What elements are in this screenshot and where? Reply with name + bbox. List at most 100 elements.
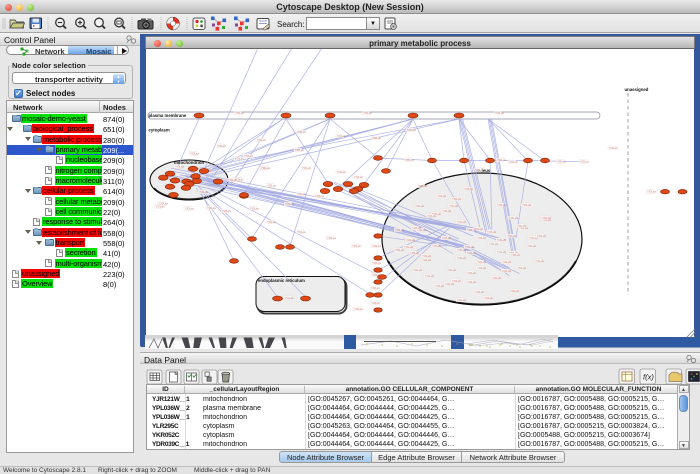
svg-text:YOLxx: YOLxx xyxy=(477,236,487,240)
svg-text:YOLxx: YOLxx xyxy=(372,136,382,140)
svg-text:YOLxx: YOLxx xyxy=(517,266,527,270)
svg-text:YOLxx: YOLxx xyxy=(297,130,307,134)
svg-text:YOLxx: YOLxx xyxy=(477,266,487,270)
svg-text:YOLxx: YOLxx xyxy=(467,271,477,275)
svg-text:YOLxx: YOLxx xyxy=(175,165,185,169)
svg-text:YOLxx: YOLxx xyxy=(497,250,507,254)
svg-text:YOLxx: YOLxx xyxy=(487,230,497,234)
svg-text:YOLxx: YOLxx xyxy=(495,111,505,115)
svg-text:YOLxx: YOLxx xyxy=(405,158,415,162)
svg-text:YOLxx: YOLxx xyxy=(372,261,382,265)
svg-text:YOLxx: YOLxx xyxy=(449,204,459,208)
svg-text:YOLxx: YOLxx xyxy=(372,244,382,248)
svg-text:YOLxx: YOLxx xyxy=(497,158,507,162)
svg-text:YOLxx: YOLxx xyxy=(422,258,432,262)
svg-text:YOLxx: YOLxx xyxy=(425,274,435,278)
svg-text:YOLxx: YOLxx xyxy=(452,197,462,201)
svg-text:YOLxx: YOLxx xyxy=(580,160,590,164)
svg-text:YOLxx: YOLxx xyxy=(447,268,457,272)
svg-text:YOLxx: YOLxx xyxy=(497,238,507,242)
svg-text:YOLxx: YOLxx xyxy=(477,260,487,264)
svg-text:YOLxx: YOLxx xyxy=(407,128,417,132)
svg-text:YOLxx: YOLxx xyxy=(217,144,227,148)
svg-text:YOLxx: YOLxx xyxy=(507,234,517,238)
svg-text:endoplasmic reticulum: endoplasmic reticulum xyxy=(258,278,305,283)
svg-text:YOLxx: YOLxx xyxy=(267,220,277,224)
svg-text:YOLxx: YOLxx xyxy=(261,166,271,170)
svg-text:YOLxx: YOLxx xyxy=(371,286,381,290)
svg-text:YOLxx: YOLxx xyxy=(267,183,277,187)
svg-text:YOLxx: YOLxx xyxy=(337,170,347,174)
svg-text:YOLxx: YOLxx xyxy=(337,134,347,138)
svg-text:YOLxx: YOLxx xyxy=(489,242,499,246)
svg-text:YOLxx: YOLxx xyxy=(442,236,452,240)
svg-text:YOLxx: YOLxx xyxy=(156,205,166,209)
svg-text:YOLxx: YOLxx xyxy=(527,244,537,248)
svg-text:YOLxx: YOLxx xyxy=(464,187,474,191)
svg-text:YOLxx: YOLxx xyxy=(557,160,567,164)
svg-text:YOLxx: YOLxx xyxy=(297,192,307,196)
svg-text:YOLxx: YOLxx xyxy=(522,203,532,207)
svg-text:YOLxx: YOLxx xyxy=(415,204,425,208)
svg-text:YOLxx: YOLxx xyxy=(457,298,467,302)
svg-text:YOLxx: YOLxx xyxy=(410,251,420,255)
svg-text:YOLxx: YOLxx xyxy=(395,228,405,232)
svg-text:YOLxx: YOLxx xyxy=(537,234,547,238)
svg-text:YOLxx: YOLxx xyxy=(257,138,267,142)
svg-text:YOLxx: YOLxx xyxy=(475,290,485,294)
svg-text:unassigned: unassigned xyxy=(625,87,649,92)
svg-text:YOLxx: YOLxx xyxy=(199,190,209,194)
svg-text:YOLxx: YOLxx xyxy=(435,284,445,288)
svg-text:YOLxx: YOLxx xyxy=(190,152,200,156)
svg-text:YOLxx: YOLxx xyxy=(363,111,373,115)
svg-text:YOLxx: YOLxx xyxy=(354,307,364,311)
svg-text:YOLxx: YOLxx xyxy=(297,230,307,234)
svg-text:YOLxx: YOLxx xyxy=(413,268,423,272)
svg-text:YOLxx: YOLxx xyxy=(235,156,245,160)
svg-text:YOLxx: YOLxx xyxy=(207,206,217,210)
svg-text:YOLxx: YOLxx xyxy=(517,224,527,228)
svg-text:YOLxx: YOLxx xyxy=(497,203,507,207)
svg-text:YOLxx: YOLxx xyxy=(285,202,295,206)
svg-text:f(x): f(x) xyxy=(643,373,654,382)
svg-text:cytoplasm: cytoplasm xyxy=(149,128,170,133)
svg-text:YOLxx: YOLxx xyxy=(244,154,254,158)
svg-text:YOLxx: YOLxx xyxy=(475,168,485,172)
svg-text:YOLxx: YOLxx xyxy=(457,256,467,260)
svg-text:YOLxx: YOLxx xyxy=(327,236,337,240)
svg-text:YOLxx: YOLxx xyxy=(432,244,442,248)
svg-text:YOLxx: YOLxx xyxy=(535,259,545,263)
svg-text:YOLxx: YOLxx xyxy=(609,146,619,150)
svg-text:YOLxx: YOLxx xyxy=(418,184,428,188)
svg-text:YOLxx: YOLxx xyxy=(395,248,405,252)
svg-text:YOLxx: YOLxx xyxy=(492,276,502,280)
svg-text:YOLxx: YOLxx xyxy=(457,248,467,252)
svg-text:YOLxx: YOLxx xyxy=(222,209,232,213)
svg-text:YOLxx: YOLxx xyxy=(510,289,520,293)
svg-text:YOLxx: YOLxx xyxy=(509,216,519,220)
svg-text:YOLxx: YOLxx xyxy=(542,216,552,220)
svg-text:YOLxx: YOLxx xyxy=(352,244,362,248)
svg-text:YOLxx: YOLxx xyxy=(285,296,295,300)
svg-text:YOLxx: YOLxx xyxy=(502,260,512,264)
svg-text:YOLxx: YOLxx xyxy=(445,282,455,286)
svg-text:YOLxx: YOLxx xyxy=(484,296,494,300)
svg-text:YOLxx: YOLxx xyxy=(412,226,422,230)
svg-text:YOLxx: YOLxx xyxy=(185,207,195,211)
svg-text:YOLxx: YOLxx xyxy=(509,160,519,164)
svg-text:YOLxx: YOLxx xyxy=(467,251,477,255)
svg-text:YOLxx: YOLxx xyxy=(354,175,364,179)
svg-text:YOLxx: YOLxx xyxy=(250,207,260,211)
svg-text:YOLxx: YOLxx xyxy=(422,254,432,258)
svg-text:YOLxx: YOLxx xyxy=(228,178,238,182)
svg-text:YOLxx: YOLxx xyxy=(647,190,657,194)
svg-text:YOLxx: YOLxx xyxy=(427,214,437,218)
svg-text:plasma membrane: plasma membrane xyxy=(149,113,187,118)
svg-text:YOLxx: YOLxx xyxy=(315,194,325,198)
svg-text:YOLxx: YOLxx xyxy=(457,220,467,224)
svg-text:YOLxx: YOLxx xyxy=(467,280,477,284)
svg-text:YOLxx: YOLxx xyxy=(437,194,447,198)
svg-text:YOLxx: YOLxx xyxy=(235,111,245,115)
svg-text:YOLxx: YOLxx xyxy=(465,245,475,249)
svg-text:YOLxx: YOLxx xyxy=(511,253,521,257)
